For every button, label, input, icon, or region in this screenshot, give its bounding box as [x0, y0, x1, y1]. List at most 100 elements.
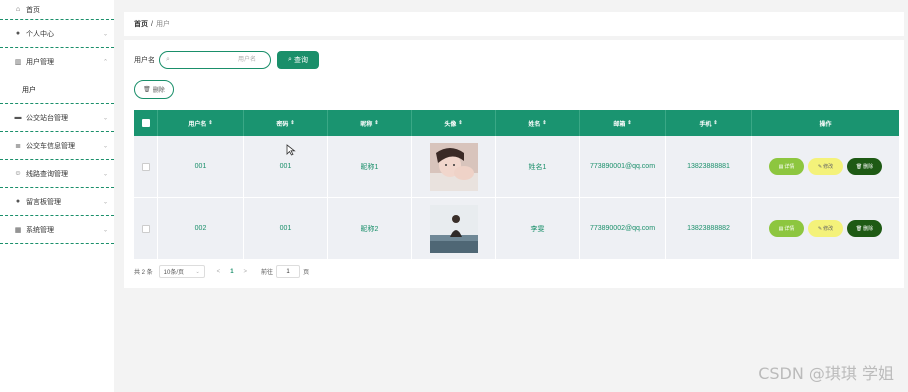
goto-page-input[interactable]: 1 — [276, 265, 301, 278]
main-panel: 用户名 ⌕ ⌕ 查询 🗑 删除 用户名⇕ 密码⇕ 昵称⇕ 头像⇕ 姓名⇕ 邮箱⇕ — [124, 40, 904, 288]
list-icon: ≣ — [15, 142, 21, 150]
app-root: ⌂ 首页 ● 个人中心 ⌄ ▥ 用户管理 ⌃ 用户 ▬ 公交站台管理 ⌄ ≣ 公… — [0, 0, 908, 392]
sidebar-item-users[interactable]: 用户 — [0, 76, 114, 104]
trash-icon: 🗑 — [855, 163, 863, 170]
chevron-down-icon: ⌄ — [102, 143, 108, 149]
sidebar-item-bus-info[interactable]: ≣ 公交车信息管理 ⌄ — [0, 132, 114, 160]
avatar — [429, 204, 478, 253]
monitor-icon: ▬ — [14, 114, 22, 121]
delete-button[interactable]: 🗑 删除 — [847, 220, 882, 237]
column-header[interactable]: 昵称 ⇕ — [328, 110, 412, 136]
user-icon: ● — [15, 30, 21, 37]
column-header[interactable]: 密码 ⇕ — [244, 110, 328, 136]
cell-email: 773890002@qq.com — [580, 198, 666, 259]
chevron-down-icon: ⌄ — [102, 227, 108, 233]
search-label: 用户名 — [134, 57, 155, 64]
sidebar-item-label: 用户管理 — [26, 59, 54, 66]
column-header[interactable]: 头像 ⇕ — [412, 110, 496, 136]
edit-button[interactable]: ✎ 修改 — [808, 220, 843, 237]
column-header[interactable]: 邮箱 ⇕ — [580, 110, 666, 136]
sidebar-item-route-query[interactable]: ☺ 线路查询管理 ⌄ — [0, 160, 114, 188]
avatar — [429, 142, 478, 191]
sort-icon: ⇕ — [374, 120, 379, 126]
cell-phone: 13823888881 — [666, 136, 752, 197]
cell-password: 001 — [244, 198, 328, 259]
next-page-button[interactable]: > — [244, 269, 248, 275]
goto-label: 前往 — [261, 270, 274, 276]
search-box[interactable]: ⌕ — [159, 51, 271, 69]
sidebar-item-label: 留言板管理 — [26, 198, 61, 206]
sidebar-item-label: 系统管理 — [26, 226, 54, 234]
batch-delete-button[interactable]: 🗑 删除 — [134, 80, 174, 99]
cell-phone: 13823888882 — [666, 198, 752, 259]
sidebar-item-bus-stop[interactable]: ▬ 公交站台管理 ⌄ — [0, 104, 114, 132]
search-row: 用户名 ⌕ ⌕ 查询 — [134, 51, 319, 69]
row-actions: ▤ 详情 ✎ 修改 🗑 删除 — [769, 158, 882, 175]
batch-delete-label: 删除 — [152, 88, 165, 94]
breadcrumb: 首页 / 用户 — [124, 12, 904, 36]
sidebar-item-message-board[interactable]: ● 留言板管理 ⌄ — [0, 188, 114, 216]
breadcrumb-current: 用户 — [155, 21, 170, 28]
detail-button[interactable]: ▤ 详情 — [769, 158, 804, 175]
pin-icon: ● — [15, 198, 21, 205]
sidebar-item-system[interactable]: ▦ 系统管理 ⌄ — [0, 216, 114, 244]
row-actions: ▤ 详情 ✎ 修改 🗑 删除 — [769, 220, 882, 237]
smile-icon: ☺ — [14, 170, 22, 177]
detail-button[interactable]: ▤ 详情 — [769, 220, 804, 237]
page-number-current[interactable]: 1 — [230, 269, 233, 275]
sidebar-item-label: 公交车信息管理 — [26, 142, 75, 150]
pencil-icon: ✎ — [817, 163, 823, 170]
breadcrumb-separator: / — [151, 20, 153, 28]
chart-icon: ▥ — [14, 59, 22, 66]
home-icon: ⌂ — [15, 6, 21, 13]
sort-icon: ⇕ — [542, 120, 547, 126]
column-header[interactable]: 用户名 ⇕ — [158, 110, 244, 136]
sidebar-item-label: 公交站台管理 — [26, 114, 68, 122]
chevron-down-icon: ⌄ — [195, 268, 200, 275]
sort-icon: ⇕ — [627, 120, 632, 126]
watermark: CSDN @琪琪 学姐 — [758, 364, 894, 383]
goto-unit: 页 — [303, 270, 310, 276]
breadcrumb-home[interactable]: 首页 — [134, 19, 148, 29]
sidebar-item-home[interactable]: ⌂ 首页 — [0, 0, 114, 20]
sort-icon: ⇕ — [458, 120, 463, 126]
chevron-down-icon: ⌄ — [102, 115, 108, 121]
query-button-label: 查询 — [293, 57, 308, 64]
sort-icon: ⇕ — [290, 120, 295, 126]
search-input[interactable] — [176, 54, 256, 66]
sidebar-item-profile[interactable]: ● 个人中心 ⌄ — [0, 20, 114, 48]
chevron-down-icon: ⌄ — [102, 31, 108, 37]
table-row: 001 001 昵称1 姓名1 773890001@qq.com 1382388… — [134, 136, 899, 198]
cell-nickname: 昵称1 — [328, 136, 412, 197]
search-icon: ⌕ — [288, 56, 292, 63]
document-icon: ▤ — [778, 163, 784, 170]
sidebar-item-label: 首页 — [26, 6, 40, 14]
edit-button[interactable]: ✎ 修改 — [808, 158, 843, 175]
trash-icon: 🗑 — [143, 87, 151, 93]
building-icon: ▦ — [14, 226, 22, 234]
cell-username: 002 — [158, 198, 244, 259]
chevron-up-icon: ⌃ — [102, 59, 108, 66]
row-checkbox[interactable] — [141, 224, 150, 233]
row-checkbox[interactable] — [141, 162, 150, 171]
table-row: 002 001 昵称2 李雯 773890002@qq.com 13823888… — [134, 198, 899, 260]
trash-icon: 🗑 — [855, 225, 863, 232]
user-table: 用户名 ⇕ 密码 ⇕ 昵称 ⇕ 头像 ⇕ 姓名 ⇕ 邮箱 ⇕ 手机 ⇕ 操作 001 001 … — [134, 110, 899, 260]
pencil-icon: ✎ — [817, 225, 823, 232]
prev-page-button[interactable]: < — [217, 269, 221, 275]
page-size-select[interactable]: 10条/页 ⌄ — [158, 265, 205, 278]
mouse-cursor-icon — [286, 144, 296, 156]
pagination: 共 2 条 10条/页 ⌄ < 1 > 前往 1 页 — [134, 265, 309, 278]
query-button[interactable]: ⌕ 查询 — [277, 51, 319, 69]
select-all-checkbox[interactable] — [141, 119, 150, 127]
delete-button[interactable]: 🗑 删除 — [847, 158, 882, 175]
column-header[interactable]: 姓名 ⇕ — [496, 110, 580, 136]
sidebar-item-label: 用户 — [22, 86, 36, 94]
sidebar: ⌂ 首页 ● 个人中心 ⌄ ▥ 用户管理 ⌃ 用户 ▬ 公交站台管理 ⌄ ≣ 公… — [0, 0, 114, 392]
select-all-cell — [134, 110, 158, 136]
column-header[interactable]: 手机 ⇕ — [666, 110, 752, 136]
chevron-down-icon: ⌄ — [102, 171, 108, 177]
cell-name: 姓名1 — [496, 136, 580, 197]
chevron-down-icon: ⌄ — [102, 199, 108, 205]
sidebar-item-user-management[interactable]: ▥ 用户管理 ⌃ — [0, 48, 114, 76]
